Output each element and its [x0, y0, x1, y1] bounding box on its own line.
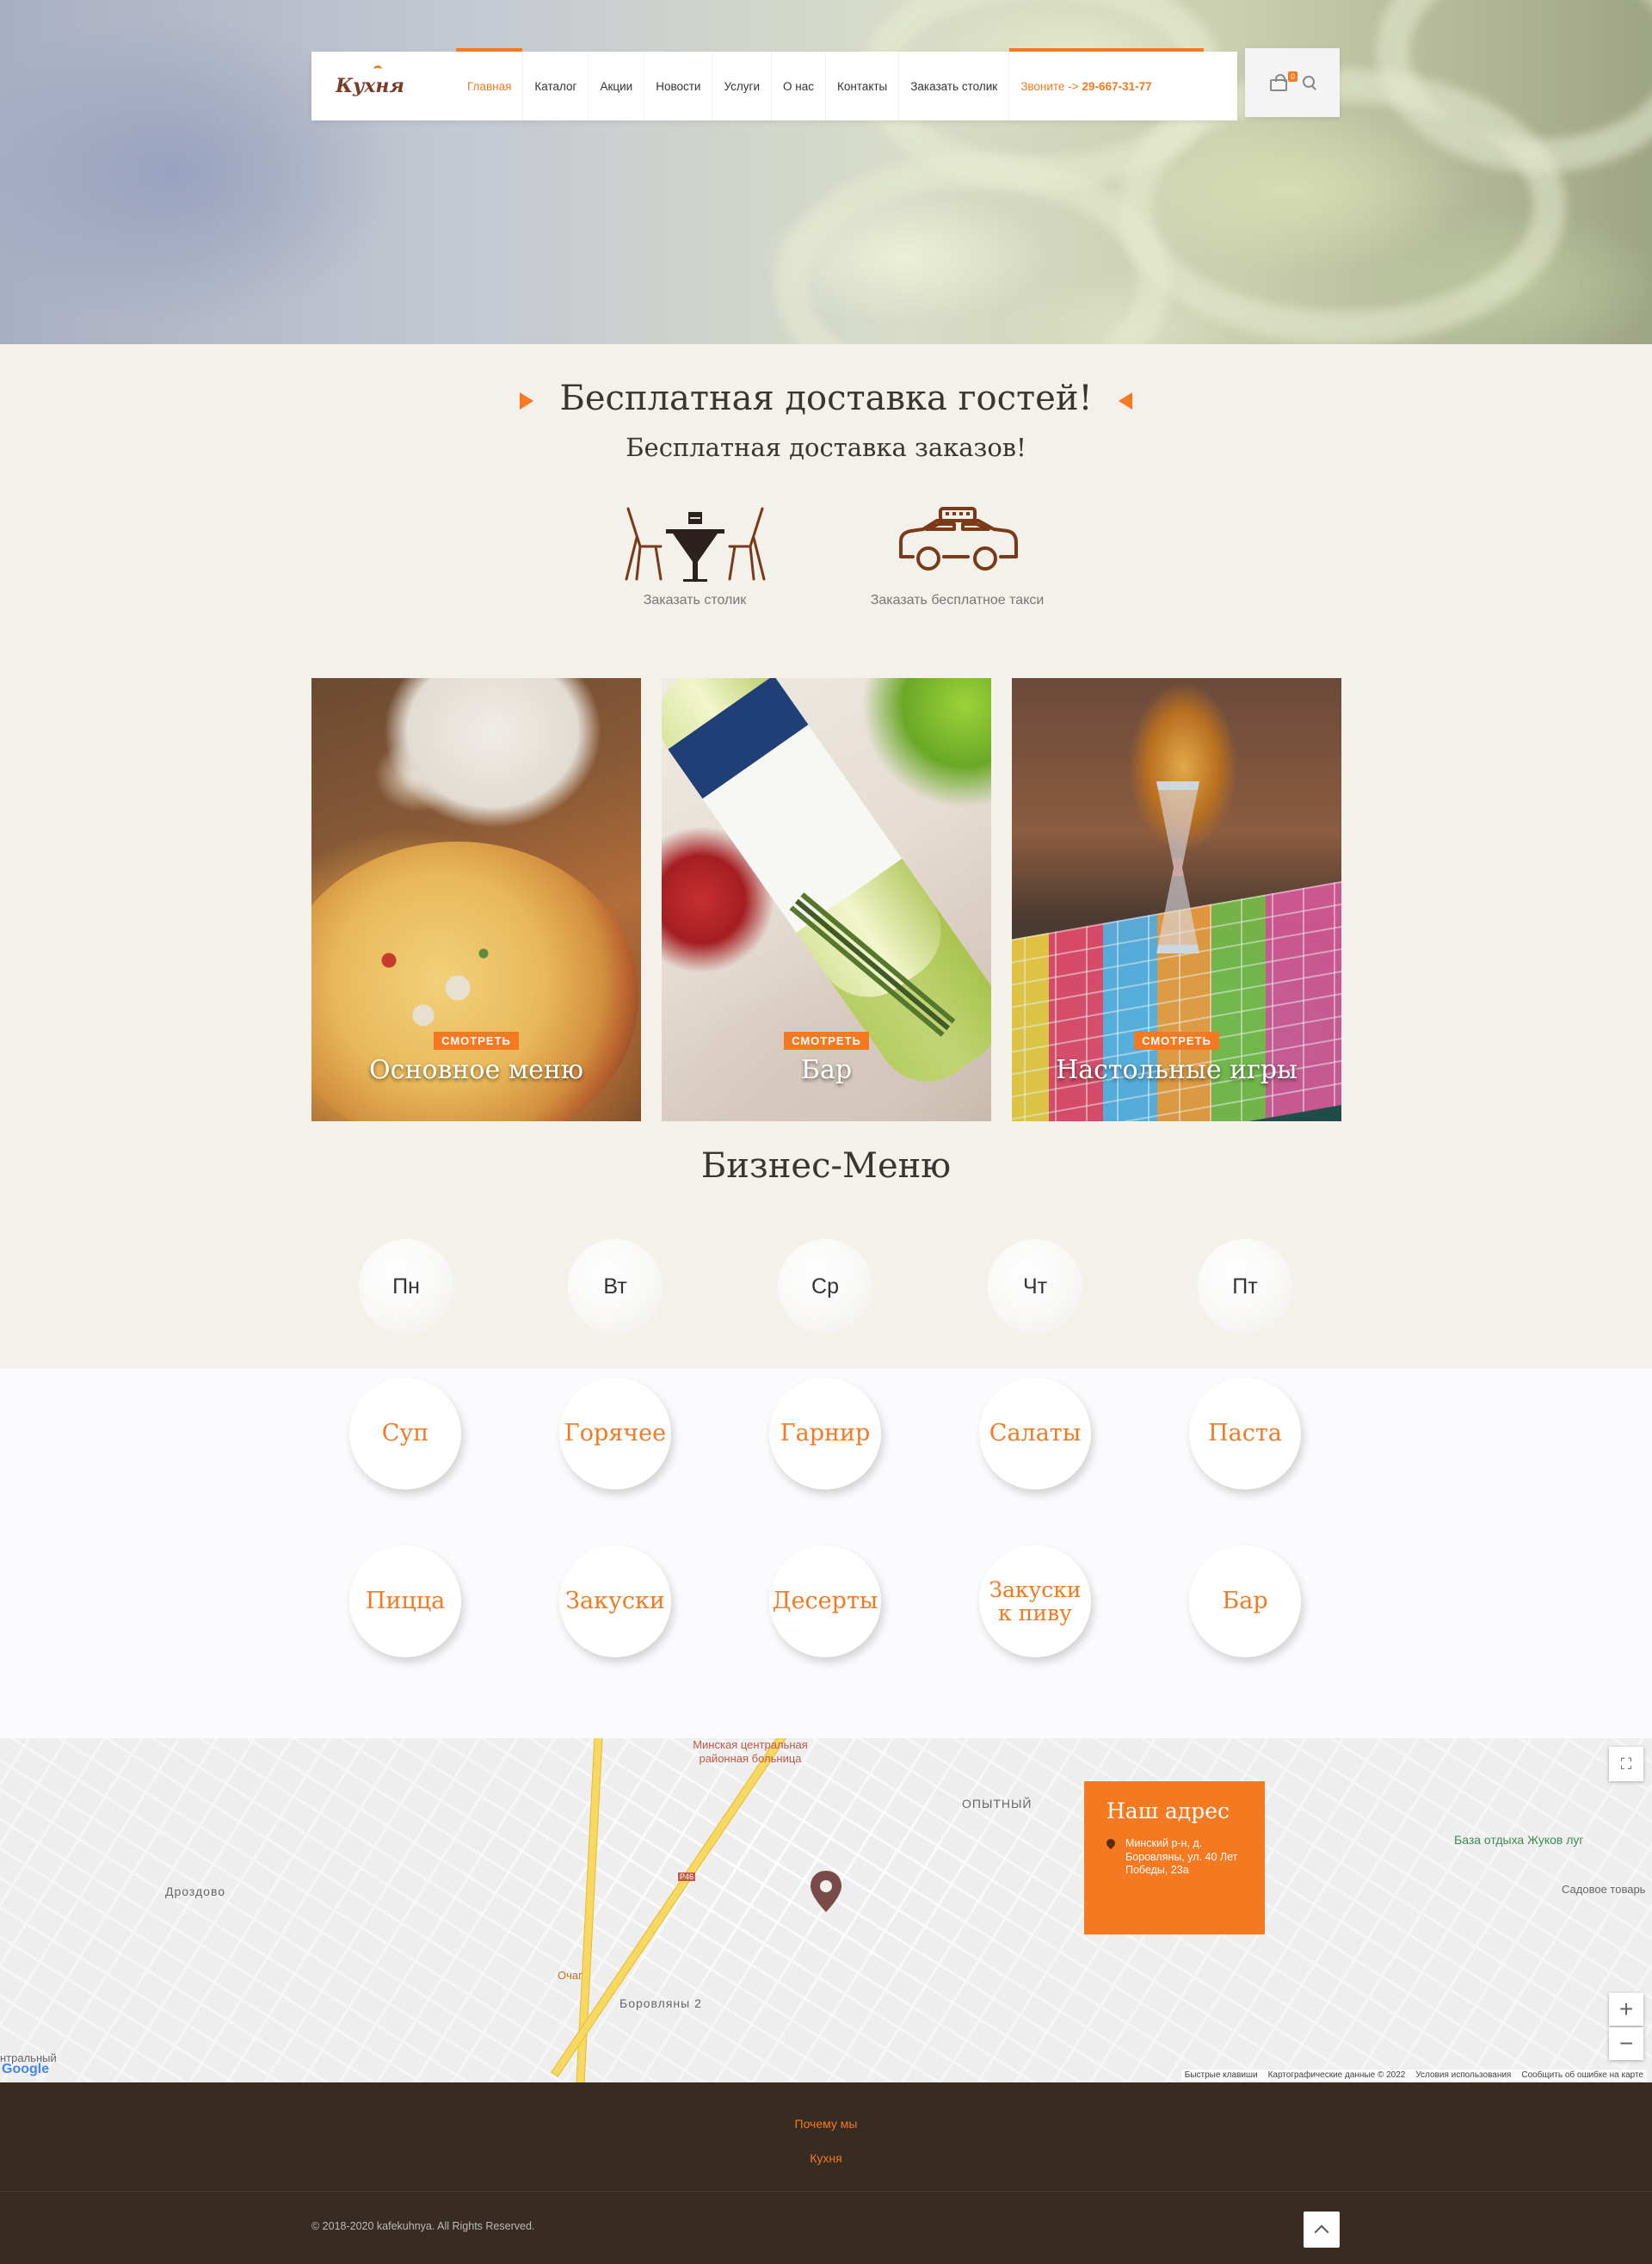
nav-item-catalog[interactable]: Каталог: [522, 52, 588, 120]
map-label-baza: База отдыха Жуков луг: [1454, 1833, 1584, 1847]
view-button[interactable]: Смотреть: [1134, 1032, 1219, 1050]
map-label-sadovoe: Садовое товарь: [1562, 1883, 1646, 1896]
cart-search-box: 0: [1245, 48, 1340, 117]
nav-item-contacts[interactable]: Контакты: [824, 52, 898, 120]
map-label-ochag: Очаг: [558, 1969, 583, 1982]
dish-pasta[interactable]: Паста: [1189, 1378, 1301, 1490]
dish-appetizers[interactable]: Закуски: [559, 1545, 671, 1657]
dish-desserts[interactable]: Десерты: [769, 1545, 881, 1657]
shopping-bag-icon: [1270, 74, 1287, 91]
footer-divider: [0, 2191, 1652, 2192]
delivery-subheading: Бесплатная доставка заказов!: [626, 433, 1026, 462]
card-title: Настольные игры: [1056, 1055, 1298, 1085]
dish-salads[interactable]: Салаты: [979, 1378, 1091, 1490]
search-icon[interactable]: [1303, 76, 1316, 89]
view-button[interactable]: Смотреть: [784, 1032, 869, 1050]
day-wednesday[interactable]: Ср: [778, 1239, 872, 1334]
site-logo[interactable]: Кухня: [336, 64, 404, 108]
address-title: Наш адрес: [1106, 1798, 1230, 1823]
address-box: Наш адрес Минский р-н, д. Боровляны, ул.…: [1084, 1781, 1265, 1934]
category-card-bar[interactable]: Смотреть Бар: [662, 678, 991, 1121]
chevron-up-icon: [1314, 2224, 1329, 2240]
nav-item-phone[interactable]: Звоните -> 29-667-31-77: [1008, 48, 1205, 120]
triangle-left-icon: [1118, 392, 1132, 410]
day-tuesday[interactable]: Вт: [568, 1239, 663, 1334]
zoom-out-button[interactable]: −: [1609, 2027, 1643, 2060]
dish-garnish[interactable]: Гарнир: [769, 1378, 881, 1490]
nav-menu: Главная Каталог Акции Новости Услуги О н…: [456, 48, 1205, 120]
hero-pasta-strand: [774, 155, 1170, 344]
business-menu-title: Бизнес-Меню: [700, 1146, 952, 1186]
taxi-icon: [898, 507, 1018, 571]
card-label: Смотреть Основное меню: [311, 1032, 641, 1085]
address-row: Минский р-н, д. Боровляны, ул. 40 Лет По…: [1106, 1837, 1242, 1878]
logo-steam-icon: [373, 65, 382, 74]
card-label: Смотреть Бар: [662, 1032, 991, 1085]
google-logo: Google: [2, 2062, 50, 2076]
triangle-right-icon: [520, 392, 534, 410]
attr-shortcuts[interactable]: Быстрые клавиши: [1185, 2070, 1258, 2080]
logo-text: Кухня: [336, 75, 404, 97]
card-label: Смотреть Настольные игры: [1012, 1032, 1341, 1085]
category-card-board-games[interactable]: Смотреть Настольные игры: [1012, 678, 1341, 1121]
nav-item-home[interactable]: Главная: [456, 48, 523, 120]
delivery-title-text: Бесплатная доставка гостей!: [559, 379, 1093, 418]
nav-item-services[interactable]: Услуги: [712, 52, 771, 120]
nav-item-news[interactable]: Новости: [644, 52, 712, 120]
scroll-to-top-button[interactable]: [1304, 2212, 1340, 2248]
dish-hot[interactable]: Горячее: [559, 1378, 671, 1490]
dish-soup[interactable]: Суп: [349, 1378, 461, 1490]
phone-number: 29-667-31-77: [1082, 79, 1152, 93]
free-taxi-caption: Заказать бесплатное такси: [870, 593, 1045, 608]
map-attribution: Быстрые клавиши Картографические данные …: [1180, 2070, 1647, 2081]
card-title: Бар: [800, 1055, 853, 1085]
day-friday[interactable]: Пт: [1198, 1239, 1292, 1334]
map-label-hospital: Минская центральная районная больница: [693, 1738, 808, 1765]
footer-link-kitchen[interactable]: Кухня: [0, 2151, 1652, 2165]
copyright: © 2018-2020 kafekuhnya. All Rights Reser…: [311, 2220, 535, 2232]
map-label-drozdovo: Дроздово: [165, 1885, 226, 1898]
attr-map-data: Картографические данные © 2022: [1267, 2070, 1406, 2080]
cart-count-badge: 0: [1287, 71, 1298, 82]
footer-links: Почему мы Кухня: [0, 2117, 1652, 2186]
nav-item-book-table[interactable]: Заказать столик: [898, 52, 1008, 120]
dish-bar[interactable]: Бар: [1189, 1545, 1301, 1657]
cart-button[interactable]: 0: [1268, 71, 1298, 92]
site-footer: Почему мы Кухня © 2018-2020 kafekuhnya. …: [0, 2082, 1652, 2264]
dish-beer-snacks[interactable]: Закуски к пиву: [979, 1545, 1091, 1657]
fullscreen-icon[interactable]: ⛶: [1609, 1747, 1643, 1781]
card-title: Основное меню: [369, 1055, 583, 1085]
book-table-caption: Заказать столик: [643, 593, 747, 608]
zoom-in-button[interactable]: +: [1609, 1993, 1643, 2026]
nav-item-about[interactable]: О нас: [770, 52, 825, 120]
delivery-heading: Бесплатная доставка гостей!: [0, 379, 1652, 418]
free-taxi-feature[interactable]: Заказать бесплатное такси: [860, 503, 1054, 608]
footer-link-why-us[interactable]: Почему мы: [0, 2117, 1652, 2131]
address-text: Минский р-н, д. Боровляны, ул. 40 Лет По…: [1125, 1837, 1238, 1877]
map-label-borovlyany2: Боровляны 2: [620, 1996, 702, 2010]
map-label-opytny: ОПЫТНЫЙ: [962, 1797, 1032, 1811]
day-monday[interactable]: Пн: [359, 1239, 453, 1334]
dish-pizza[interactable]: Пицца: [349, 1545, 461, 1657]
location-pin-icon: [1106, 1839, 1115, 1851]
view-button[interactable]: Смотреть: [434, 1032, 519, 1050]
phone-prefix: Звоните ->: [1020, 79, 1079, 93]
map-road-sign: Р46: [678, 1872, 696, 1881]
book-table-feature[interactable]: Заказать столик: [602, 503, 787, 608]
day-thursday[interactable]: Чт: [988, 1239, 1082, 1334]
attr-terms[interactable]: Условия использования: [1415, 2070, 1511, 2080]
category-card-main-menu[interactable]: Смотреть Основное меню: [311, 678, 641, 1121]
nav-item-promotions[interactable]: Акции: [588, 52, 644, 120]
main-navigation: Кухня Главная Каталог Акции Новости Услу…: [311, 48, 1237, 120]
hourglass-image: [1156, 781, 1199, 953]
table-chairs-icon: [625, 507, 765, 582]
map-marker-icon[interactable]: [809, 1869, 843, 1914]
attr-report-error[interactable]: Сообщить об ошибке на карте: [1521, 2070, 1643, 2080]
